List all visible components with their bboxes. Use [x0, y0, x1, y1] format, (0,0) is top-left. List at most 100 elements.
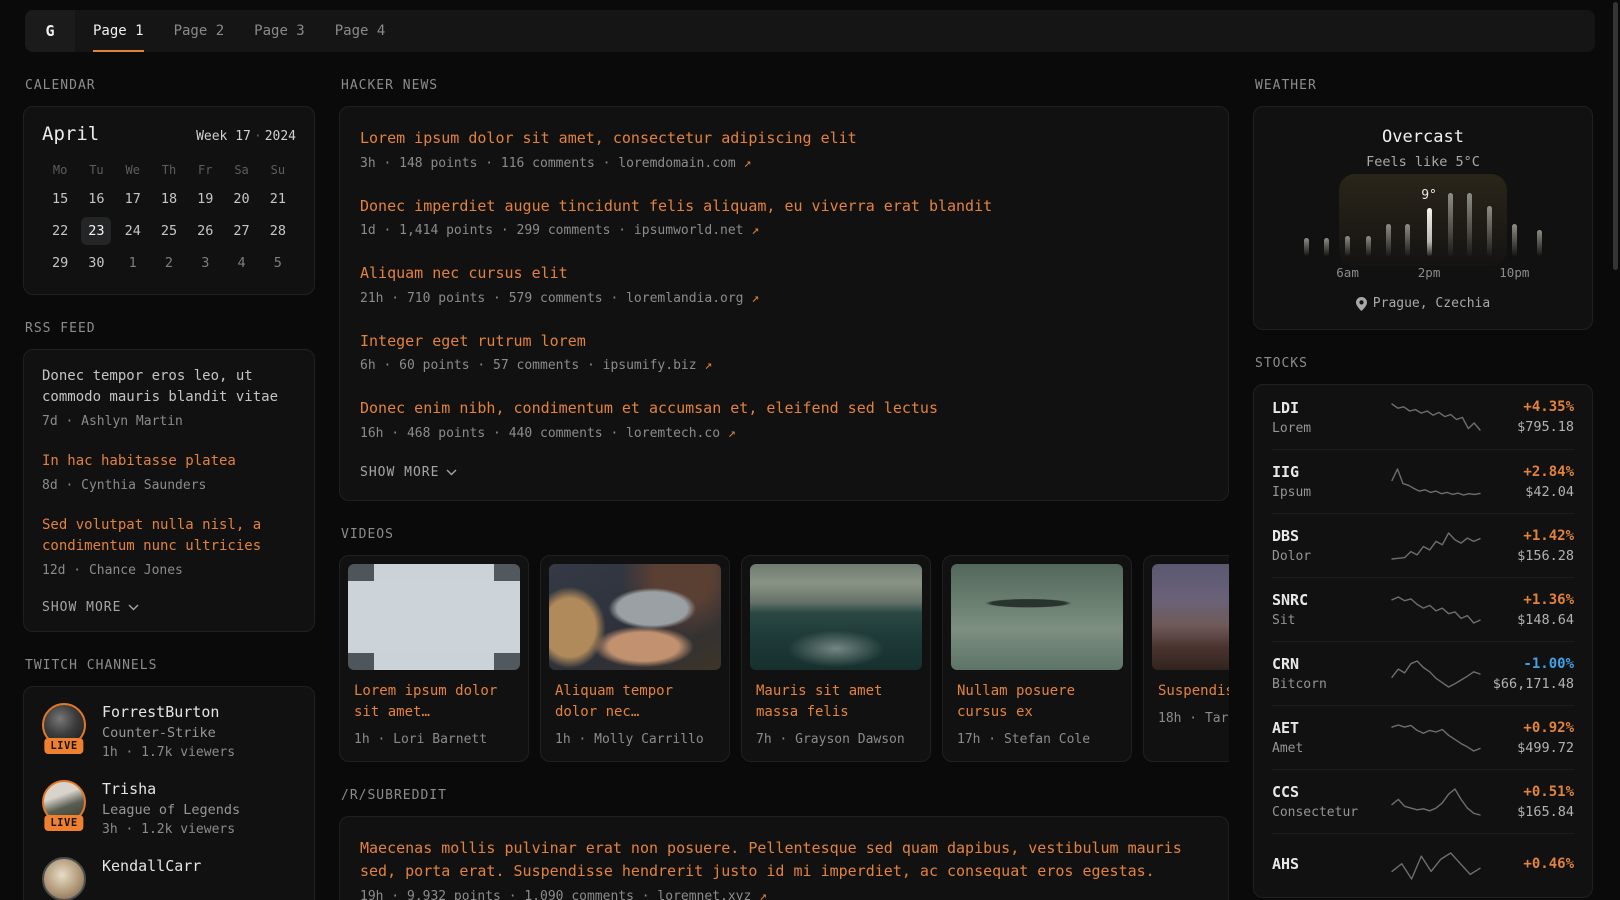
- calendar-day: 25: [151, 215, 187, 246]
- hn-title-link[interactable]: Donec enim nibh, condimentum et accumsan…: [360, 397, 1208, 420]
- video-card[interactable]: Aliquam tempor dolor nec pharetra… 1h · …: [540, 555, 730, 762]
- scrollbar-thumb[interactable]: [1613, 2, 1618, 270]
- calendar-month: April: [42, 123, 99, 145]
- weather-time-label: 6am: [1336, 265, 1359, 280]
- rss-item-link[interactable]: In hac habitasse platea: [42, 451, 296, 472]
- hn-show-more-button[interactable]: SHOW MORE: [360, 465, 1208, 480]
- hackernews-section: HACKER NEWS Lorem ipsum dolor sit amet, …: [339, 78, 1229, 501]
- video-thumbnail[interactable]: [750, 564, 922, 670]
- video-thumbnail[interactable]: [348, 564, 520, 670]
- video-card[interactable]: Mauris sit amet massa felis 7h · Grayson…: [741, 555, 931, 762]
- stock-sparkline: [1390, 784, 1482, 820]
- stock-name: Dolor: [1272, 549, 1390, 564]
- tab-page-4[interactable]: Page 4: [335, 10, 386, 52]
- calendar-section-label: CALENDAR: [25, 78, 315, 93]
- video-card[interactable]: Nullam posuere cursus ex 17h · Stefan Co…: [942, 555, 1132, 762]
- calendar-day-header: Sa: [223, 157, 259, 183]
- video-thumbnail[interactable]: [1152, 564, 1229, 670]
- weather-bar-column: 6am: [1336, 188, 1359, 280]
- weather-bar: [1427, 208, 1432, 256]
- external-link-icon[interactable]: ↗: [728, 426, 736, 441]
- calendar-day: 22: [42, 215, 78, 246]
- rss-section: RSS FEED Donec tempor eros leo, ut commo…: [23, 321, 315, 632]
- weather-chart: 6am9°2pm10pm: [1297, 188, 1549, 280]
- video-title-link[interactable]: Lorem ipsum dolor sit amet consectetu…: [354, 681, 514, 723]
- external-link-icon[interactable]: ↗: [751, 291, 759, 306]
- video-card[interactable]: Suspendisse diam 18h · Tara: [1143, 555, 1229, 762]
- left-column: CALENDAR April Week 17·2024 MoTuWeThFrSa…: [23, 78, 315, 900]
- stock-name: Ipsum: [1272, 485, 1390, 500]
- subreddit-section: /R/SUBREDDIT Maecenas mollis pulvinar er…: [339, 788, 1229, 900]
- rss-item: Donec tempor eros leo, ut commodo mauris…: [42, 366, 296, 429]
- stock-sparkline: [1390, 399, 1482, 435]
- hackernews-card: Lorem ipsum dolor sit amet, consectetur …: [339, 106, 1229, 501]
- tab-page-3[interactable]: Page 3: [254, 10, 305, 52]
- video-meta: 17h · Stefan Cole: [957, 732, 1117, 747]
- hn-title-link[interactable]: Integer eget rutrum lorem: [360, 330, 1208, 353]
- weather-bar: [1366, 236, 1371, 256]
- calendar-day: 19: [187, 183, 223, 214]
- hn-title-link[interactable]: Lorem ipsum dolor sit amet, consectetur …: [360, 127, 1208, 150]
- top-nav: G Page 1 Page 2 Page 3 Page 4: [25, 10, 1595, 52]
- calendar-dow-row: MoTuWeThFrSaSu: [42, 157, 296, 183]
- app-logo[interactable]: G: [25, 10, 75, 52]
- rss-item-link[interactable]: Donec tempor eros leo, ut commodo mauris…: [42, 366, 296, 408]
- calendar-day: 30: [78, 247, 114, 278]
- external-link-icon[interactable]: ↗: [759, 889, 767, 900]
- hn-title-link[interactable]: Donec imperdiet augue tincidunt felis al…: [360, 195, 1208, 218]
- video-meta: 1h · Lori Barnett: [354, 732, 514, 747]
- video-title-link[interactable]: Mauris sit amet massa felis: [756, 681, 916, 723]
- calendar-week-year: Week 17·2024: [196, 129, 296, 144]
- rss-item: Sed volutpat nulla nisl, a condimentum n…: [42, 515, 296, 578]
- tab-page-1[interactable]: Page 1: [93, 10, 144, 52]
- stocks-section: STOCKS LDILorem +4.35%$795.18 IIGIpsum +…: [1253, 356, 1593, 898]
- twitch-section-label: TWITCH CHANNELS: [25, 658, 315, 673]
- stock-ticker: CRN: [1272, 655, 1390, 673]
- video-meta: 1h · Molly Carrillo: [555, 732, 715, 747]
- twitch-channel-row[interactable]: LIVE Trisha League of Legends 3h · 1.2k …: [42, 780, 296, 837]
- hn-title-link[interactable]: Aliquam nec cursus elit: [360, 262, 1208, 285]
- video-title-link[interactable]: Aliquam tempor dolor nec pharetra…: [555, 681, 715, 723]
- video-title-link[interactable]: Nullam posuere cursus ex: [957, 681, 1117, 723]
- video-title-link[interactable]: Suspendisse diam: [1158, 681, 1229, 702]
- video-card[interactable]: Lorem ipsum dolor sit amet consectetu… 1…: [339, 555, 529, 762]
- weather-bar-column: [1529, 188, 1549, 280]
- external-link-icon[interactable]: ↗: [744, 156, 752, 171]
- subreddit-post-link[interactable]: Maecenas mollis pulvinar erat non posuer…: [360, 837, 1208, 884]
- weather-section-label: WEATHER: [1255, 78, 1593, 93]
- calendar-day: 2: [151, 247, 187, 278]
- calendar-day: 23: [78, 215, 114, 246]
- channel-name[interactable]: ForrestBurton: [102, 703, 235, 721]
- calendar-day: 16: [78, 183, 114, 214]
- stock-ticker: CCS: [1272, 783, 1390, 801]
- weather-bar-column: [1317, 188, 1337, 280]
- twitch-channel-row[interactable]: LIVE ForrestBurton Counter-Strike 1h · 1…: [42, 703, 296, 760]
- stock-change: +1.36%: [1482, 592, 1574, 608]
- external-link-icon[interactable]: ↗: [704, 358, 712, 373]
- channel-game: League of Legends: [102, 802, 240, 818]
- stock-name: Sit: [1272, 613, 1390, 628]
- rss-item-link[interactable]: Sed volutpat nulla nisl, a condimentum n…: [42, 515, 296, 557]
- stocks-section-label: STOCKS: [1255, 356, 1593, 371]
- calendar-day: 15: [42, 183, 78, 214]
- video-thumbnail[interactable]: [549, 564, 721, 670]
- stock-row: IIGIpsum +2.84%$42.04: [1272, 449, 1574, 513]
- channel-name[interactable]: KendallCarr: [102, 857, 201, 875]
- weather-bar: [1487, 206, 1492, 256]
- page-scrollbar[interactable]: [1612, 0, 1619, 900]
- stock-row: CRNBitcorn -1.00%$66,171.48: [1272, 641, 1574, 705]
- channel-meta: 3h · 1.2k viewers: [102, 822, 240, 837]
- video-thumbnail[interactable]: [951, 564, 1123, 670]
- external-link-icon[interactable]: ↗: [751, 223, 759, 238]
- calendar-day: 27: [223, 215, 259, 246]
- channel-name[interactable]: Trisha: [102, 780, 240, 798]
- weather-bar: [1467, 193, 1472, 256]
- weather-bar: [1304, 238, 1309, 256]
- subreddit-card: Maecenas mollis pulvinar erat non posuer…: [339, 816, 1229, 900]
- rss-section-label: RSS FEED: [25, 321, 315, 336]
- twitch-channel-row[interactable]: KendallCarr: [42, 857, 296, 900]
- rss-show-more-button[interactable]: SHOW MORE: [42, 600, 296, 615]
- stocks-card: LDILorem +4.35%$795.18 IIGIpsum +2.84%$4…: [1253, 384, 1593, 898]
- tab-page-2[interactable]: Page 2: [174, 10, 225, 52]
- calendar-grid: 1516171819202122232425262728293012345: [42, 183, 296, 278]
